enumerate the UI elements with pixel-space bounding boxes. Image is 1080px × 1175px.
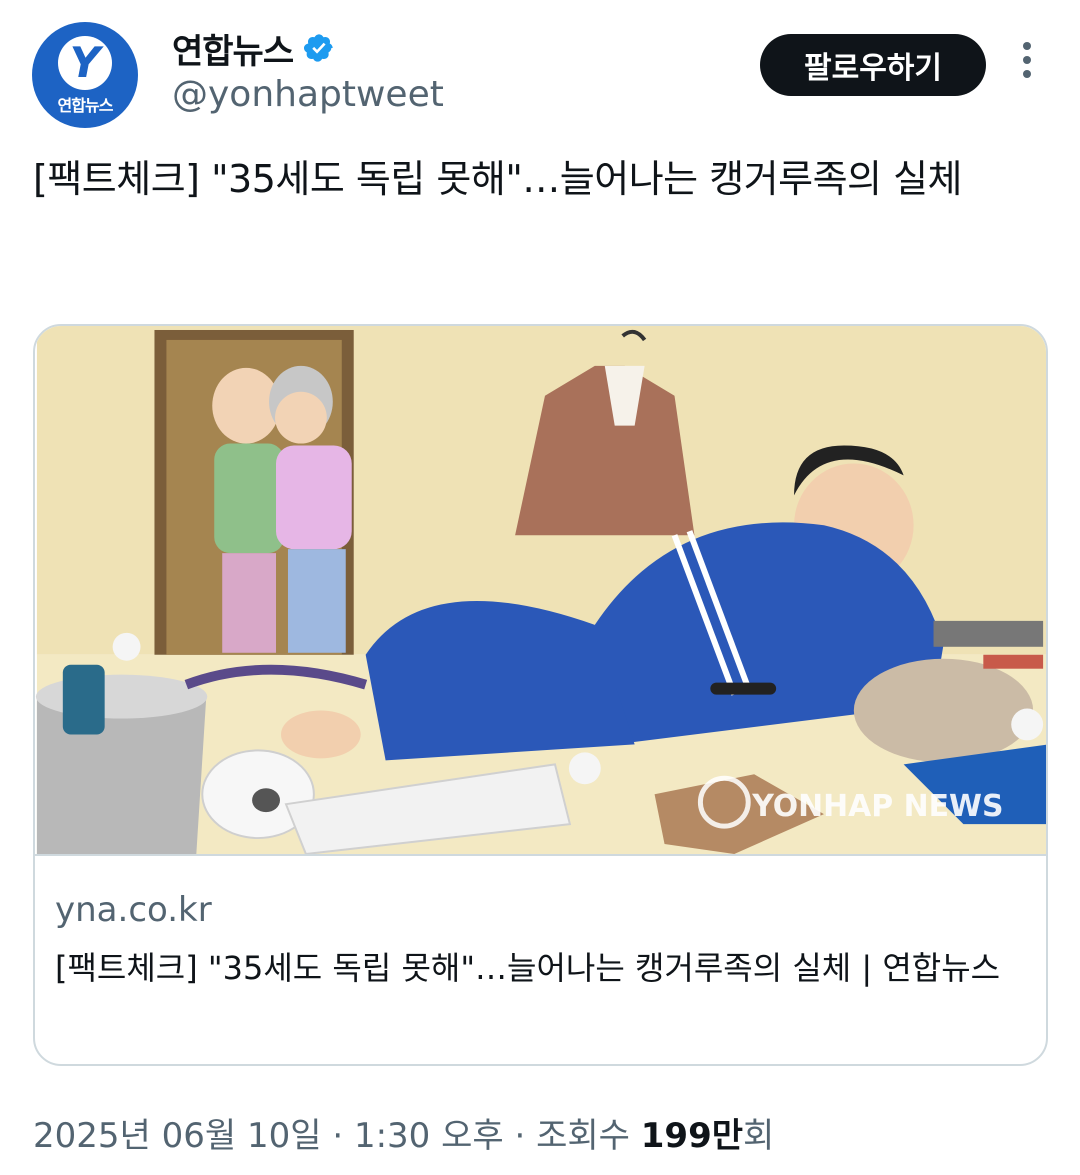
tweet-metadata: 2025년 06월 10일 · 1:30 오후 · 조회수 199만회 [33,1108,774,1157]
views-suffix: 회 [743,1116,775,1156]
handle[interactable]: @yonhaptweet [172,74,444,115]
avatar-logo-text: 연합뉴스 [57,96,114,115]
avatar[interactable]: Y 연합뉴스 [32,22,138,128]
tweet-header: Y 연합뉴스 연합뉴스 @yonhaptweet 팔로우하기 [30,20,1060,130]
follow-button[interactable]: 팔로우하기 [760,34,986,96]
card-image[interactable]: YONHAP NEWS [35,326,1048,856]
views-count[interactable]: 199만 [641,1116,743,1156]
avatar-logo-mark: Y [69,38,101,87]
card-domain[interactable]: yna.co.kr [55,890,212,930]
image-watermark: YONHAP NEWS [751,789,1003,824]
views-label: 조회수 [536,1116,630,1156]
card-title[interactable]: [팩트체크] "35세도 독립 못해"…늘어나는 캥거루족의 실체 | 연합뉴스 [55,940,1030,996]
more-options-icon[interactable] [1018,42,1036,86]
meta-separator: · [514,1116,526,1156]
display-name[interactable]: 연합뉴스 [172,24,294,73]
tweet-time[interactable]: 1:30 오후 [354,1116,504,1156]
verified-badge-icon[interactable] [303,32,335,64]
tweet-date[interactable]: 2025년 06월 10일 [33,1116,322,1156]
link-card[interactable]: YONHAP NEWS yna.co.kr [팩트체크] "35세도 독립 못해… [33,324,1048,1066]
tweet-text: [팩트체크] "35세도 독립 못해"…늘어나는 캥거루족의 실체 [33,157,963,201]
meta-separator: · [332,1116,344,1156]
name-row: 연합뉴스 [172,24,335,73]
